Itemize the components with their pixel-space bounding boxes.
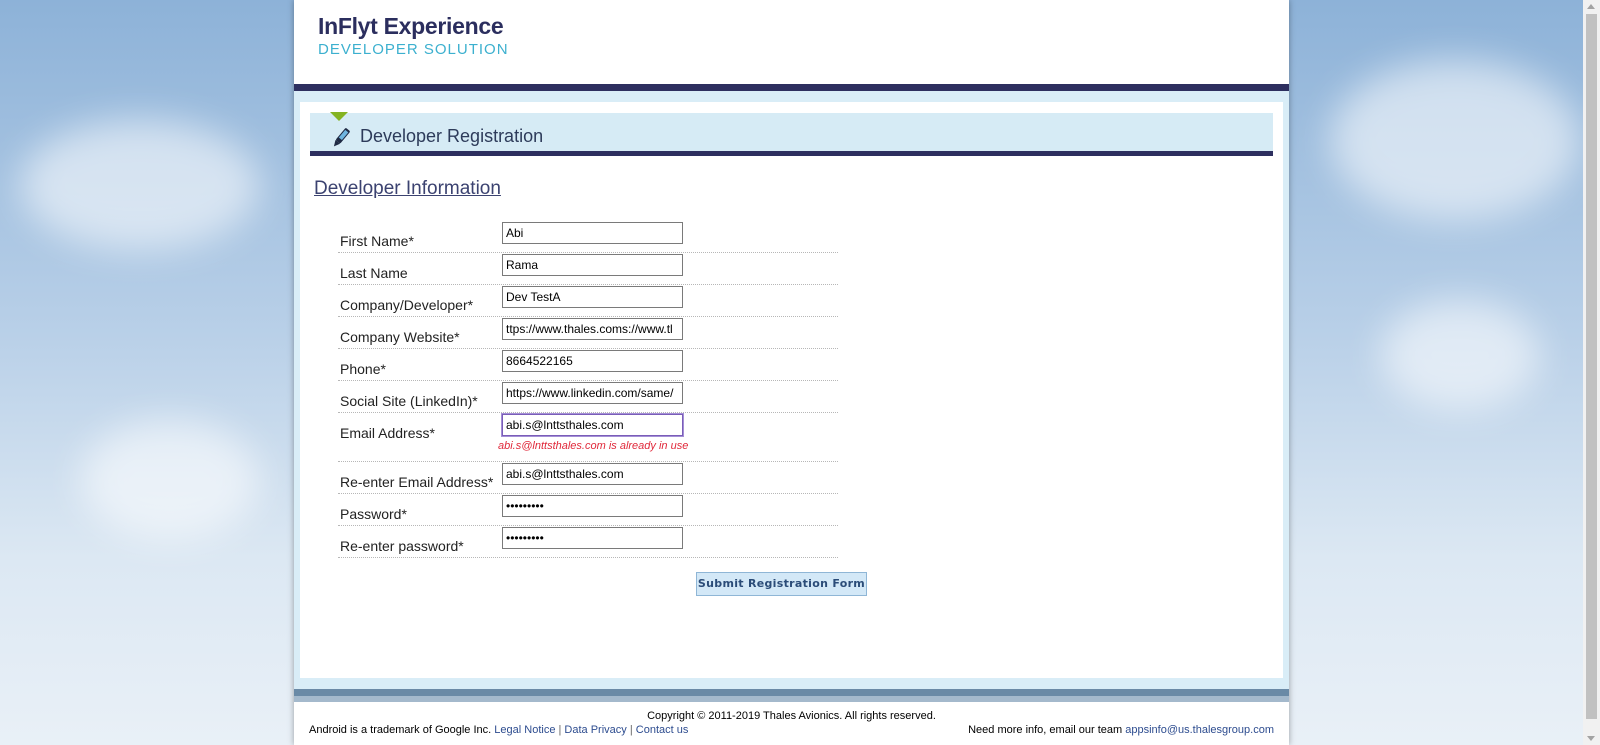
form-row-first-name: First Name* Abi — [338, 221, 838, 253]
form-row-phone: Phone* 8664522165 — [338, 349, 838, 381]
form-row-company: Company/Developer* Dev TestA — [338, 285, 838, 317]
form-row-email: Email Address* abi.s@lnttsthales.com abi… — [338, 413, 838, 462]
main-content: Developer Registration Developer Informa… — [300, 102, 1283, 678]
first-name-input[interactable]: Abi — [502, 222, 683, 244]
phone-input[interactable]: 8664522165 — [502, 350, 683, 372]
email-label: Email Address* — [340, 425, 435, 441]
phone-label: Phone* — [340, 361, 386, 377]
header-divider — [294, 84, 1289, 91]
background-cloud — [1380, 300, 1540, 410]
background-cloud — [20, 120, 260, 250]
triangle-marker-icon — [330, 112, 348, 121]
password-label: Password* — [340, 506, 407, 522]
data-privacy-link[interactable]: Data Privacy — [564, 724, 626, 736]
company-website-label: Company Website* — [340, 329, 460, 345]
page-container: InFlyt Experience DEVELOPER SOLUTION Dev… — [294, 0, 1289, 745]
first-name-label: First Name* — [340, 233, 414, 249]
company-website-input[interactable]: ttps://www.thales.coms://www.tl — [502, 318, 683, 340]
company-input[interactable]: Dev TestA — [502, 286, 683, 308]
footer-separator: | — [629, 724, 633, 736]
legal-notice-link[interactable]: Legal Notice — [494, 724, 555, 736]
form-row-last-name: Last Name Rama — [338, 253, 838, 285]
form-row-password: Password* ••••••••• — [338, 494, 838, 526]
more-info-text: Need more info, email our team — [968, 724, 1123, 736]
email-input[interactable]: abi.s@lnttsthales.com — [501, 413, 684, 437]
social-site-input[interactable]: https://www.linkedin.com/same/ — [502, 382, 683, 404]
email-error-message: abi.s@lnttsthales.com is already in use — [498, 440, 689, 452]
footer-separator: | — [558, 724, 562, 736]
section-title: Developer Information — [314, 178, 501, 199]
page-title: Developer Registration — [360, 126, 544, 146]
reenter-password-input[interactable]: ••••••••• — [502, 527, 683, 549]
social-site-label: Social Site (LinkedIn)* — [340, 393, 478, 409]
scroll-down-icon[interactable] — [1587, 736, 1595, 741]
reenter-email-label: Re-enter Email Address* — [340, 474, 494, 490]
pen-icon — [333, 128, 350, 147]
reenter-password-label: Re-enter password* — [340, 538, 464, 554]
reenter-email-input[interactable]: abi.s@lnttsthales.com — [502, 463, 683, 485]
last-name-input[interactable]: Rama — [502, 254, 683, 276]
contact-email-link[interactable]: appsinfo@us.thalesgroup.com — [1125, 724, 1274, 736]
copyright-text: Copyright © 2011-2019 Thales Avionics. A… — [647, 710, 936, 722]
registration-header: Developer Registration — [310, 112, 1273, 156]
background-cloud — [80, 420, 260, 540]
scroll-up-icon[interactable] — [1587, 4, 1595, 9]
background-cloud — [1330, 60, 1580, 220]
registration-form: First Name* Abi Last Name Rama Company/D… — [338, 221, 838, 558]
scrollbar-thumb[interactable] — [1586, 14, 1597, 719]
trademark-text: Android is a trademark of Google Inc. — [309, 724, 492, 736]
footer-links: Android is a trademark of Google Inc. Le… — [309, 724, 688, 736]
logo-subtitle: DEVELOPER SOLUTION — [318, 41, 509, 58]
form-row-social-site: Social Site (LinkedIn)* https://www.link… — [338, 381, 838, 413]
company-label: Company/Developer* — [340, 297, 474, 313]
contact-us-link[interactable]: Contact us — [636, 724, 689, 736]
footer-contact: Need more info, email our team appsinfo@… — [968, 724, 1274, 736]
submit-registration-button[interactable]: Submit Registration Form — [696, 572, 867, 596]
logo-title: InFlyt Experience — [318, 13, 504, 39]
form-row-reenter-password: Re-enter password* ••••••••• — [338, 526, 838, 558]
password-input[interactable]: ••••••••• — [502, 495, 683, 517]
logo: InFlyt Experience DEVELOPER SOLUTION — [318, 13, 509, 58]
vertical-scrollbar[interactable] — [1583, 0, 1600, 745]
last-name-label: Last Name — [340, 265, 408, 281]
form-row-reenter-email: Re-enter Email Address* abi.s@lnttsthale… — [338, 462, 838, 494]
footer-divider — [294, 689, 1289, 696]
footer-divider-light — [294, 696, 1289, 702]
form-row-company-website: Company Website* ttps://www.thales.coms:… — [338, 317, 838, 349]
